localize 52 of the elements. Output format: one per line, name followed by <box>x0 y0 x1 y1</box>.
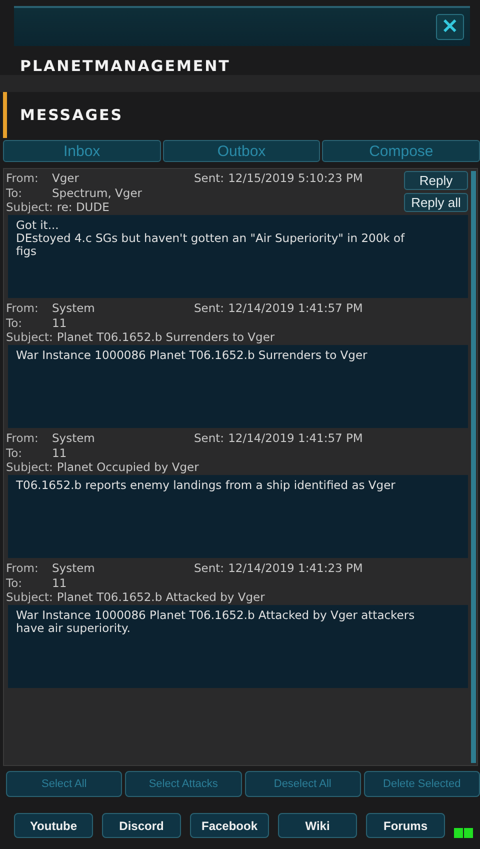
tab[interactable]: Outbox <box>162 140 320 162</box>
tab[interactable]: Compose <box>322 140 480 162</box>
field-label: Sent: <box>194 561 224 576</box>
sent-date: 12/15/2019 5:10:23 PM <box>228 171 363 186</box>
field-label: From: <box>6 301 40 316</box>
field-label: To: <box>6 186 23 200</box>
link-button[interactable]: Wiki <box>278 813 357 838</box>
field-label: To: <box>6 446 23 460</box>
link-button[interactable]: Discord <box>102 813 181 838</box>
field-label: Subject: <box>6 460 53 474</box>
reply-button[interactable]: Reply <box>404 171 468 190</box>
field-label: From: <box>6 171 40 186</box>
field-label: Sent: <box>194 431 224 446</box>
subject-text: Planet Occupied by Vger <box>56 460 199 474</box>
sent-date: 12/14/2019 1:41:57 PM <box>228 301 363 316</box>
window-title: PLANETMANAGEMENT <box>19 56 232 75</box>
message-text: War Instance 1000086 Planet T06.1652.b Attacked by Vger attackers have air superiority. <box>16 609 416 635</box>
subject-text: Planet T06.1652.b Attacked by Vger <box>56 590 265 604</box>
field-label: Sent: <box>194 171 224 186</box>
subject-text: Planet T06.1652.b Surrenders to Vger <box>56 330 275 344</box>
recipient-list: 11 <box>52 446 67 460</box>
scrollbar[interactable] <box>471 171 476 763</box>
recipient-list: Spectrum, Vger <box>52 186 142 200</box>
field-label: Sent: <box>194 301 224 316</box>
tab[interactable]: Inbox <box>3 140 161 162</box>
close-button[interactable]: ✕ <box>436 14 464 40</box>
link-button[interactable]: Facebook <box>190 813 269 838</box>
sent-date: 12/14/2019 1:41:57 PM <box>228 431 363 446</box>
field-label: To: <box>6 576 23 590</box>
sender-name: System <box>52 301 95 316</box>
message-text: Got it... <box>16 219 60 232</box>
link-button[interactable]: Forums <box>366 813 445 838</box>
sender-name: System <box>52 431 95 446</box>
reply-button[interactable]: Reply all <box>404 193 468 212</box>
field-label: From: <box>6 561 40 576</box>
status-indicator-icon <box>454 828 474 838</box>
message-text: T06.1652.b reports enemy landings from a ship identified as Vger <box>16 479 396 492</box>
sender-name: System <box>52 561 95 576</box>
message-text: War Instance 1000086 Planet T06.1652.b Surrenders to Vger <box>16 349 368 362</box>
field-label: To: <box>6 316 23 330</box>
recipient-list: 11 <box>52 576 67 590</box>
subject-text: re: DUDE <box>56 200 110 214</box>
field-label: Subject: <box>6 590 53 604</box>
link-button[interactable]: Youtube <box>14 813 93 838</box>
recipient-list: 11 <box>52 316 67 330</box>
section-title: MESSAGES <box>20 106 124 124</box>
field-label: Subject: <box>6 200 53 214</box>
sender-name: Vger <box>52 171 79 186</box>
message-text: DEstoyed 4.c SGs but haven't gotten an "Air Superiority" in 200k of figs <box>16 232 406 258</box>
field-label: From: <box>6 431 40 446</box>
sent-date: 12/14/2019 1:41:23 PM <box>228 561 363 576</box>
field-label: Subject: <box>6 330 53 344</box>
